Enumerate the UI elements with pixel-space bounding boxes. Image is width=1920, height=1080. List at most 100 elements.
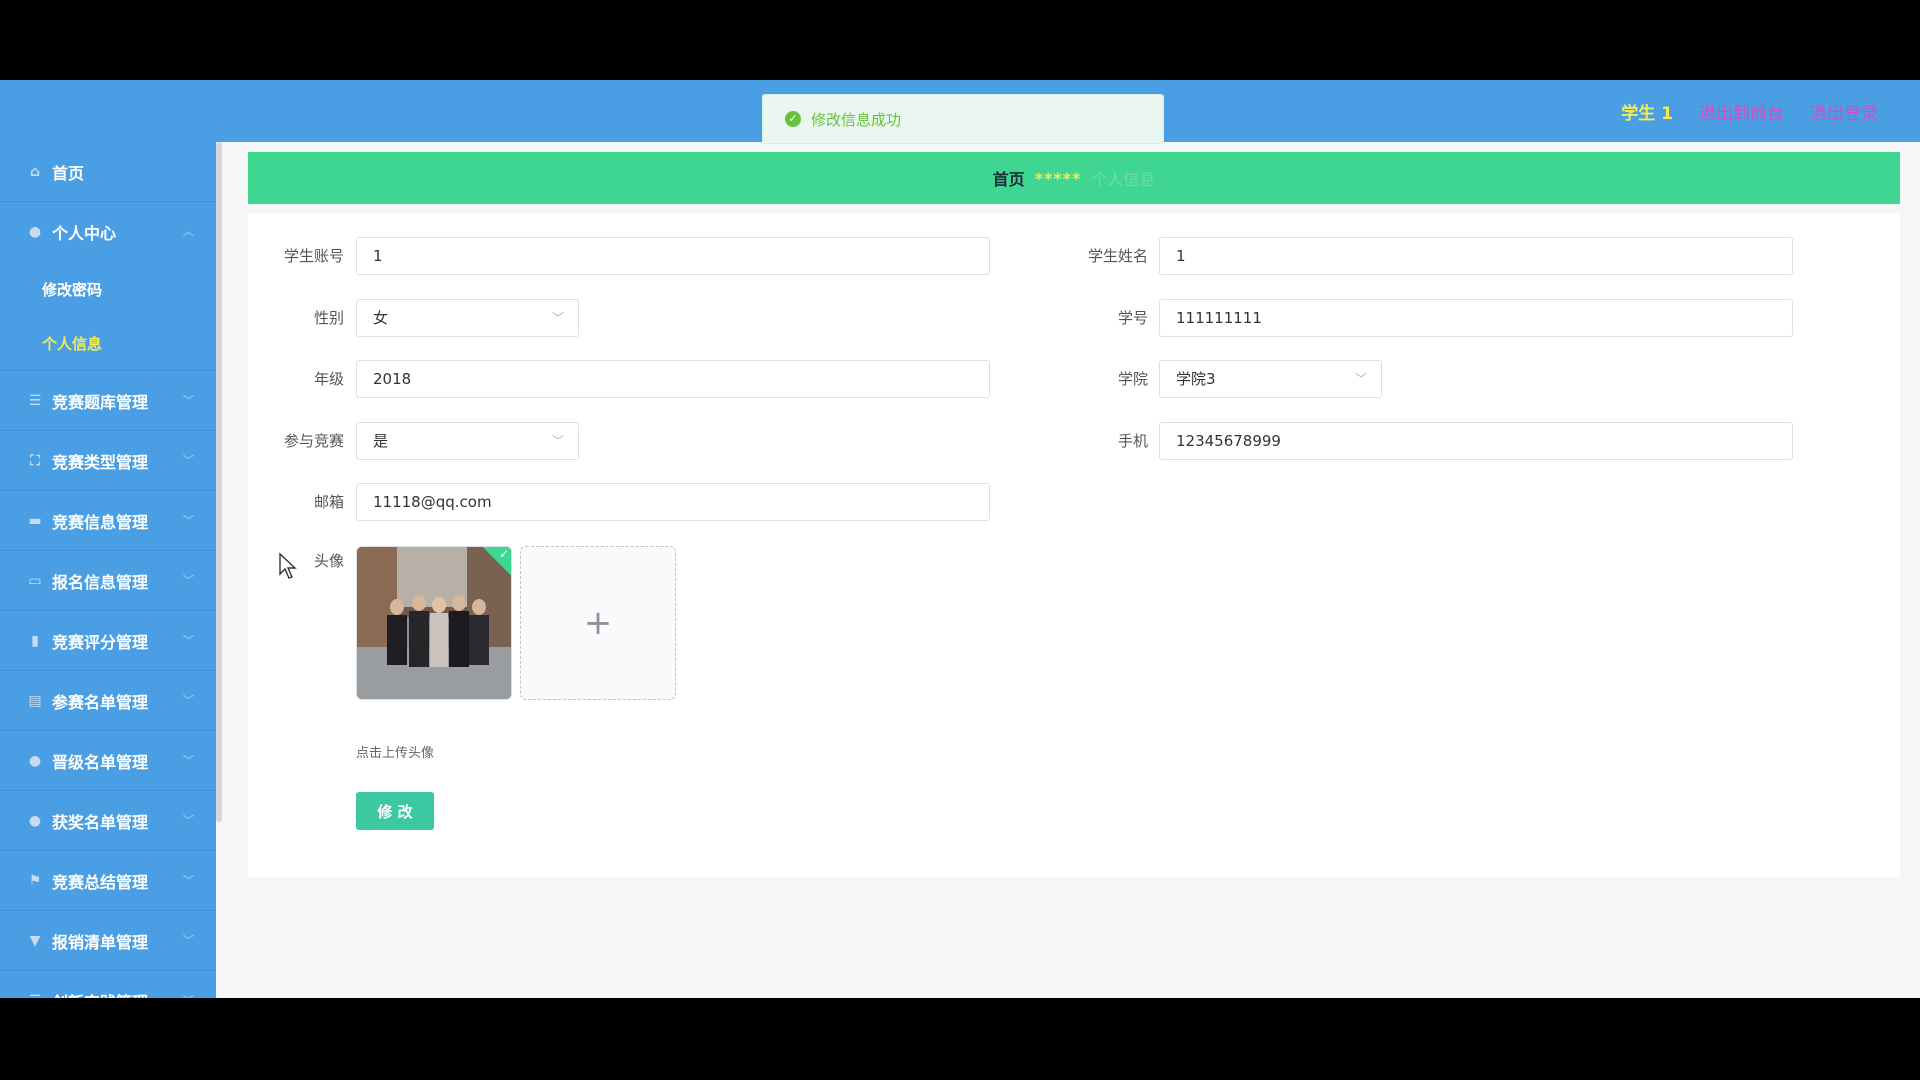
expand-icon: ⛶	[30, 452, 40, 469]
phone-label: 手机	[1117, 432, 1148, 450]
chevron-down-icon: ﹀	[551, 434, 564, 448]
participate-label: 参与竞赛	[283, 432, 344, 450]
sidebar-item-label: 参赛名单管理	[52, 692, 149, 712]
sidebar: ⌂ 首页 ● 个人中心 ︿ 修改密码 个人信息 ☰ 竞赛题库管理 ﹀ ⛶ 竞赛类…	[0, 142, 216, 998]
sidebar-item-question-bank[interactable]: ☰ 竞赛题库管理 ﹀	[0, 371, 216, 431]
sidebar-item-reimbursement[interactable]: ▼ 报销清单管理 ﹀	[0, 911, 216, 971]
sidebar-item-competition-type[interactable]: ⛶ 竞赛类型管理 ﹀	[0, 431, 216, 491]
avatar-upload-button[interactable]: +	[520, 546, 676, 700]
name-label: 学生姓名	[1087, 247, 1148, 265]
sidebar-item-participant-list[interactable]: ▤ 参赛名单管理 ﹀	[0, 671, 216, 731]
trophy-icon: ▼	[29, 932, 41, 949]
sidebar-item-label: 晋级名单管理	[52, 752, 149, 772]
check-icon: ✓	[498, 547, 509, 561]
student-no-label: 学号	[1117, 309, 1148, 327]
account-label: 学生账号	[283, 247, 344, 265]
breadcrumb-home[interactable]: 首页	[993, 166, 1025, 190]
sidebar-item-label: 个人中心	[52, 224, 117, 243]
participate-select[interactable]: 是 ﹀	[356, 422, 579, 460]
chart-icon: ▮	[31, 632, 39, 649]
sidebar-item-label: 竞赛题库管理	[52, 392, 149, 412]
toast-message: 修改信息成功	[811, 110, 902, 129]
document-icon: ▤	[28, 692, 42, 709]
chevron-down-icon: ﹀	[183, 814, 194, 827]
home-icon: ⌂	[29, 163, 41, 180]
gender-selected-value: 女	[373, 309, 389, 327]
sidebar-item-label: 竞赛评分管理	[52, 632, 149, 652]
sidebar-item-change-password[interactable]: 修改密码	[0, 262, 216, 316]
chevron-up-icon: ︿	[183, 225, 194, 238]
sidebar-item-label: 获奖名单管理	[52, 812, 149, 832]
name-input[interactable]: 1	[1159, 237, 1793, 275]
sidebar-item-home[interactable]: ⌂ 首页	[0, 142, 216, 202]
grade-label: 年级	[313, 370, 344, 388]
avatar-photo	[357, 547, 511, 699]
sidebar-item-registration[interactable]: ▭ 报名信息管理 ﹀	[0, 551, 216, 611]
chevron-down-icon: ﹀	[183, 934, 194, 947]
header-actions: 学生 1 退出到前台 退出登录	[1621, 80, 1878, 142]
chevron-down-icon: ﹀	[183, 971, 194, 998]
check-circle-icon: ✓	[785, 111, 801, 127]
college-label: 学院	[1117, 370, 1148, 388]
letterbox-bottom	[0, 998, 1920, 1080]
phone-input[interactable]: 12345678999	[1159, 422, 1793, 460]
sidebar-item-scoring[interactable]: ▮ 竞赛评分管理 ﹀	[0, 611, 216, 671]
briefcase-icon: ▬	[28, 512, 42, 529]
breadcrumb-separator: *****	[1034, 168, 1082, 188]
sidebar-item-label: 竞赛总结管理	[52, 872, 149, 892]
list-icon: ☰	[28, 392, 42, 409]
sidebar-item-award-list[interactable]: ● 获奖名单管理 ﹀	[0, 791, 216, 851]
sidebar-item-summary[interactable]: ⚑ 竞赛总结管理 ﹀	[0, 851, 216, 911]
chevron-down-icon: ﹀	[183, 754, 194, 767]
avatar-image[interactable]: ✓	[356, 546, 512, 700]
sidebar-item-label: 首页	[52, 163, 85, 183]
chevron-down-icon: ﹀	[183, 454, 194, 467]
letterbox-top	[0, 0, 1920, 80]
email-input[interactable]: 11118@qq.com	[356, 483, 990, 521]
logout-link[interactable]: 退出登录	[1810, 99, 1878, 124]
chevron-down-icon: ﹀	[183, 694, 194, 707]
sidebar-item-label: 报销清单管理	[52, 932, 149, 952]
back-to-frontend-link[interactable]: 退出到前台	[1699, 99, 1784, 124]
sidebar-group-personal: ● 个人中心 ︿ 修改密码 个人信息	[0, 202, 216, 371]
chevron-down-icon: ﹀	[551, 311, 564, 325]
sidebar-item-innovation[interactable]: ☰ 创新实践管理 ﹀	[0, 971, 216, 999]
person-icon: ●	[28, 752, 42, 769]
sidebar-item-personal-center[interactable]: ● 个人中心 ︿	[0, 202, 216, 262]
grade-input[interactable]: 2018	[356, 360, 990, 398]
gender-label: 性别	[313, 309, 344, 327]
chat-icon: ▭	[28, 572, 42, 589]
chevron-down-icon: ﹀	[183, 574, 194, 587]
breadcrumb: 首页 ***** 个人信息	[248, 152, 1900, 204]
sidebar-item-personal-info[interactable]: 个人信息	[0, 316, 216, 370]
sidebar-item-label: 竞赛类型管理	[52, 452, 149, 472]
chevron-down-icon: ﹀	[183, 514, 194, 527]
sidebar-item-label: 报名信息管理	[52, 572, 149, 592]
person-icon: ●	[28, 812, 42, 829]
chevron-down-icon: ﹀	[183, 394, 194, 407]
breadcrumb-current: 个人信息	[1091, 170, 1156, 189]
chevron-down-icon: ﹀	[1354, 372, 1367, 386]
student-no-input[interactable]: 111111111	[1159, 299, 1793, 337]
avatar-label: 头像	[313, 552, 344, 570]
user-icon: ●	[28, 224, 42, 240]
sidebar-item-promotion-list[interactable]: ● 晋级名单管理 ﹀	[0, 731, 216, 791]
mouse-cursor-icon	[279, 552, 297, 579]
success-toast: ✓ 修改信息成功	[762, 94, 1164, 144]
sidebar-scrollbar[interactable]	[216, 142, 222, 822]
sidebar-item-competition-info[interactable]: ▬ 竞赛信息管理 ﹀	[0, 491, 216, 551]
sidebar-item-label: 创新实践管理	[52, 989, 148, 999]
sidebar-item-label: 竞赛信息管理	[52, 512, 149, 532]
account-input[interactable]: 1	[356, 237, 990, 275]
email-label: 邮箱	[313, 493, 344, 511]
college-select[interactable]: 学院3 ﹀	[1159, 360, 1382, 398]
app-window: 高校学科竞赛平台 学生 1 退出到前台 退出登录 ✓ 修改信息成功 ⌂ 首页 ●…	[0, 80, 1920, 998]
gender-select[interactable]: 女 ﹀	[356, 299, 579, 337]
upload-tip: 点击上传头像	[356, 746, 435, 761]
submit-button[interactable]: 修 改	[356, 792, 434, 830]
current-user: 学生 1	[1621, 103, 1673, 124]
chevron-down-icon: ﹀	[183, 874, 194, 887]
college-selected-value: 学院3	[1176, 370, 1216, 388]
flag-icon: ⚑	[28, 872, 42, 889]
plus-icon: +	[583, 603, 613, 643]
